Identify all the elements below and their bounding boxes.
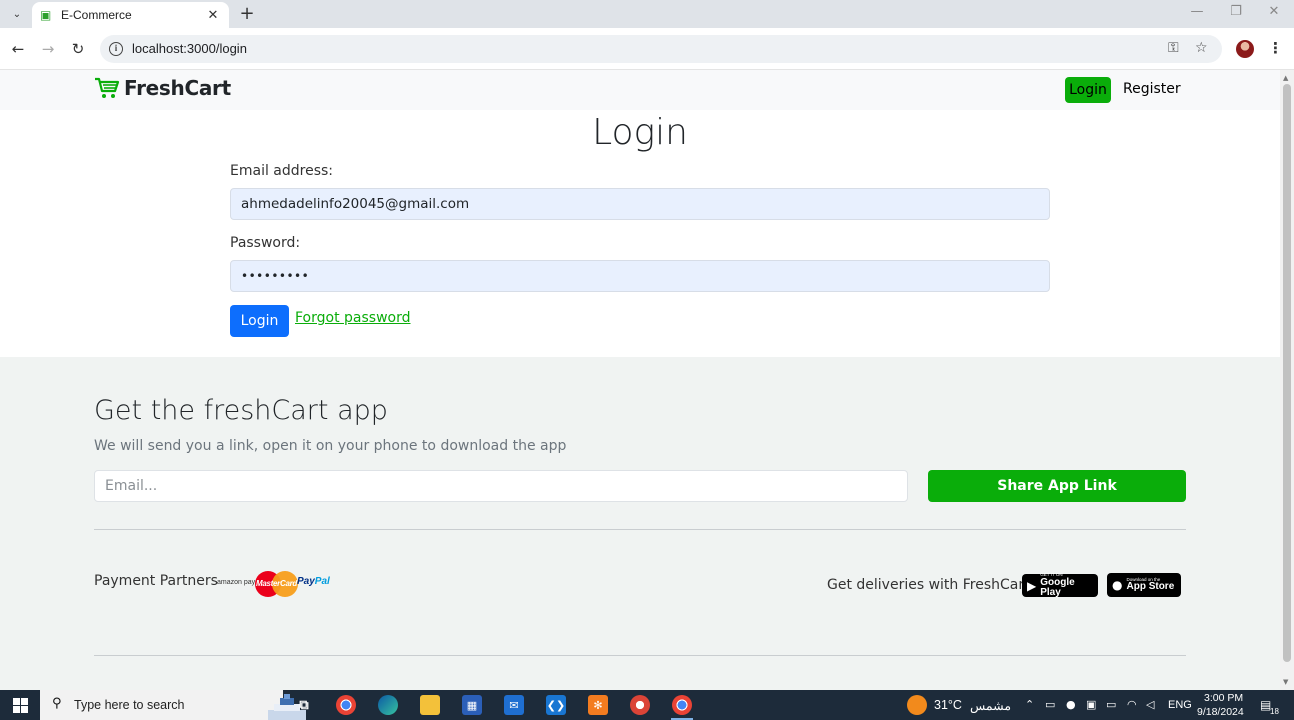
address-bar[interactable]: i localhost:3000/login ⚿ ☆ bbox=[100, 35, 1222, 63]
app-store-badge[interactable]: ● Download on the App Store bbox=[1107, 573, 1181, 597]
new-tab-button[interactable]: + bbox=[237, 4, 257, 24]
microphone-icon[interactable]: ● bbox=[1066, 698, 1076, 711]
clock-date[interactable]: 9/18/2024 bbox=[1197, 706, 1244, 718]
brand-name: FreshCart bbox=[124, 76, 231, 100]
page-viewport: FreshCart Login Register Login Email add… bbox=[0, 70, 1280, 690]
password-field[interactable]: ••••••••• bbox=[230, 260, 1050, 292]
mail-icon[interactable]: ✉ bbox=[504, 695, 524, 715]
email-label: Email address: bbox=[230, 163, 334, 179]
site-info-icon[interactable]: i bbox=[109, 42, 123, 56]
xampp-icon[interactable]: ✻ bbox=[588, 695, 608, 715]
wifi-icon[interactable]: ◠ bbox=[1127, 698, 1137, 711]
search-icon: ⚲ bbox=[52, 696, 62, 711]
battery-icon[interactable]: ▭ bbox=[1106, 698, 1116, 711]
paypal-logo: PayPal bbox=[297, 576, 330, 587]
browser-tab[interactable]: ▣ E-Commerce ✕ bbox=[32, 2, 229, 28]
vscode-icon[interactable]: ❮❯ bbox=[546, 695, 566, 715]
weather-icon[interactable] bbox=[907, 695, 927, 715]
clock-time[interactable]: 3:00 PM bbox=[1204, 692, 1243, 704]
store-icon[interactable]: ▦ bbox=[462, 695, 482, 715]
camera-icon[interactable]: ▣ bbox=[1086, 698, 1096, 711]
weather-temp[interactable]: 31°C bbox=[934, 698, 962, 712]
volume-icon[interactable]: ◁ bbox=[1146, 698, 1154, 711]
page-scrollbar[interactable]: ▲ ▼ bbox=[1280, 70, 1294, 690]
search-placeholder: Type here to search bbox=[74, 698, 185, 712]
page-title: Login bbox=[592, 112, 688, 153]
scroll-up-icon[interactable]: ▲ bbox=[1283, 74, 1288, 82]
browser-tab-strip: ⌄ ▣ E-Commerce ✕ + — ❐ ✕ bbox=[0, 0, 1294, 28]
amazon-pay-logo: amazon pay bbox=[217, 579, 256, 586]
email-field[interactable]: ahmedadelinfo20045@gmail.com bbox=[230, 188, 1050, 220]
scrollbar-thumb[interactable] bbox=[1283, 84, 1291, 662]
meet-now-icon[interactable]: ▭ bbox=[1045, 698, 1055, 711]
forgot-password-link[interactable]: Forgot password bbox=[295, 310, 411, 326]
chevron-down-icon: ⌄ bbox=[12, 8, 22, 20]
taskbar-search[interactable]: ⚲ Type here to search bbox=[40, 690, 306, 720]
minimize-icon[interactable]: — bbox=[1183, 4, 1211, 24]
favicon-icon: ▣ bbox=[40, 8, 52, 22]
app-promo-subtitle: We will send you a link, open it on your… bbox=[94, 438, 567, 454]
edge-icon[interactable] bbox=[378, 695, 398, 715]
delivery-label: Get deliveries with FreshCart bbox=[827, 577, 1030, 593]
weather-desc[interactable]: مشمس bbox=[970, 698, 1011, 713]
reload-icon[interactable]: ↻ bbox=[68, 39, 88, 59]
password-label: Password: bbox=[230, 235, 301, 251]
payment-partners-label: Payment Partners bbox=[94, 573, 218, 589]
app-email-input[interactable]: Email... bbox=[94, 470, 908, 502]
cart-icon bbox=[95, 77, 120, 98]
app-promo-title: Get the freshCart app bbox=[94, 395, 388, 426]
chrome-profile-icon[interactable] bbox=[630, 695, 650, 715]
footer-divider-bottom bbox=[94, 655, 1186, 656]
tray-expand-icon[interactable]: ⌃ bbox=[1025, 698, 1034, 711]
nav-login-link[interactable]: Login bbox=[1065, 77, 1111, 103]
google-play-badge[interactable]: ▶ GET IT ON Google Play bbox=[1022, 573, 1098, 597]
chrome-icon[interactable] bbox=[336, 695, 356, 715]
chrome-active-icon[interactable] bbox=[672, 695, 692, 715]
browser-toolbar: ← → ↻ i localhost:3000/login ⚿ ☆ ⋮ bbox=[0, 28, 1294, 70]
nav-register-link[interactable]: Register bbox=[1123, 81, 1181, 97]
play-icon: ▶ bbox=[1027, 578, 1037, 593]
restore-icon[interactable]: ❐ bbox=[1222, 4, 1250, 24]
more-menu-icon[interactable]: ⋮ bbox=[1268, 39, 1283, 57]
avatar[interactable] bbox=[1236, 40, 1254, 58]
site-footer: Get the freshCart app We will send you a… bbox=[0, 357, 1280, 690]
windows-taskbar: ⚲ Type here to search ⧉ ▦ ✉ ❮❯ ✻ 31°C مش… bbox=[0, 690, 1294, 720]
start-button[interactable] bbox=[0, 690, 40, 720]
site-navbar: FreshCart Login Register bbox=[0, 70, 1280, 110]
login-button[interactable]: Login bbox=[230, 305, 289, 337]
key-icon[interactable]: ⚿ bbox=[1168, 40, 1179, 56]
tab-title: E-Commerce bbox=[61, 8, 132, 22]
star-icon[interactable]: ☆ bbox=[1195, 40, 1208, 56]
file-explorer-icon[interactable] bbox=[420, 695, 440, 715]
share-app-link-button[interactable]: Share App Link bbox=[928, 470, 1186, 502]
task-view-icon[interactable]: ⧉ bbox=[294, 695, 314, 715]
close-icon[interactable]: ✕ bbox=[205, 8, 221, 23]
brand-logo[interactable]: FreshCart bbox=[94, 76, 231, 100]
url-text[interactable]: localhost:3000/login bbox=[132, 41, 247, 56]
footer-divider bbox=[94, 529, 1186, 530]
close-window-icon[interactable]: ✕ bbox=[1260, 4, 1288, 24]
scroll-down-icon[interactable]: ▼ bbox=[1283, 678, 1288, 686]
apple-icon: ● bbox=[1112, 578, 1123, 592]
windows-icon bbox=[12, 697, 28, 713]
forward-arrow-icon[interactable]: → bbox=[38, 39, 58, 59]
tab-search-button[interactable]: ⌄ bbox=[6, 4, 28, 24]
back-arrow-icon[interactable]: ← bbox=[8, 39, 28, 59]
language-indicator[interactable]: ENG bbox=[1168, 699, 1192, 711]
mastercard-logo: MasterCard bbox=[255, 571, 298, 597]
notification-count: 18 bbox=[1270, 707, 1279, 716]
